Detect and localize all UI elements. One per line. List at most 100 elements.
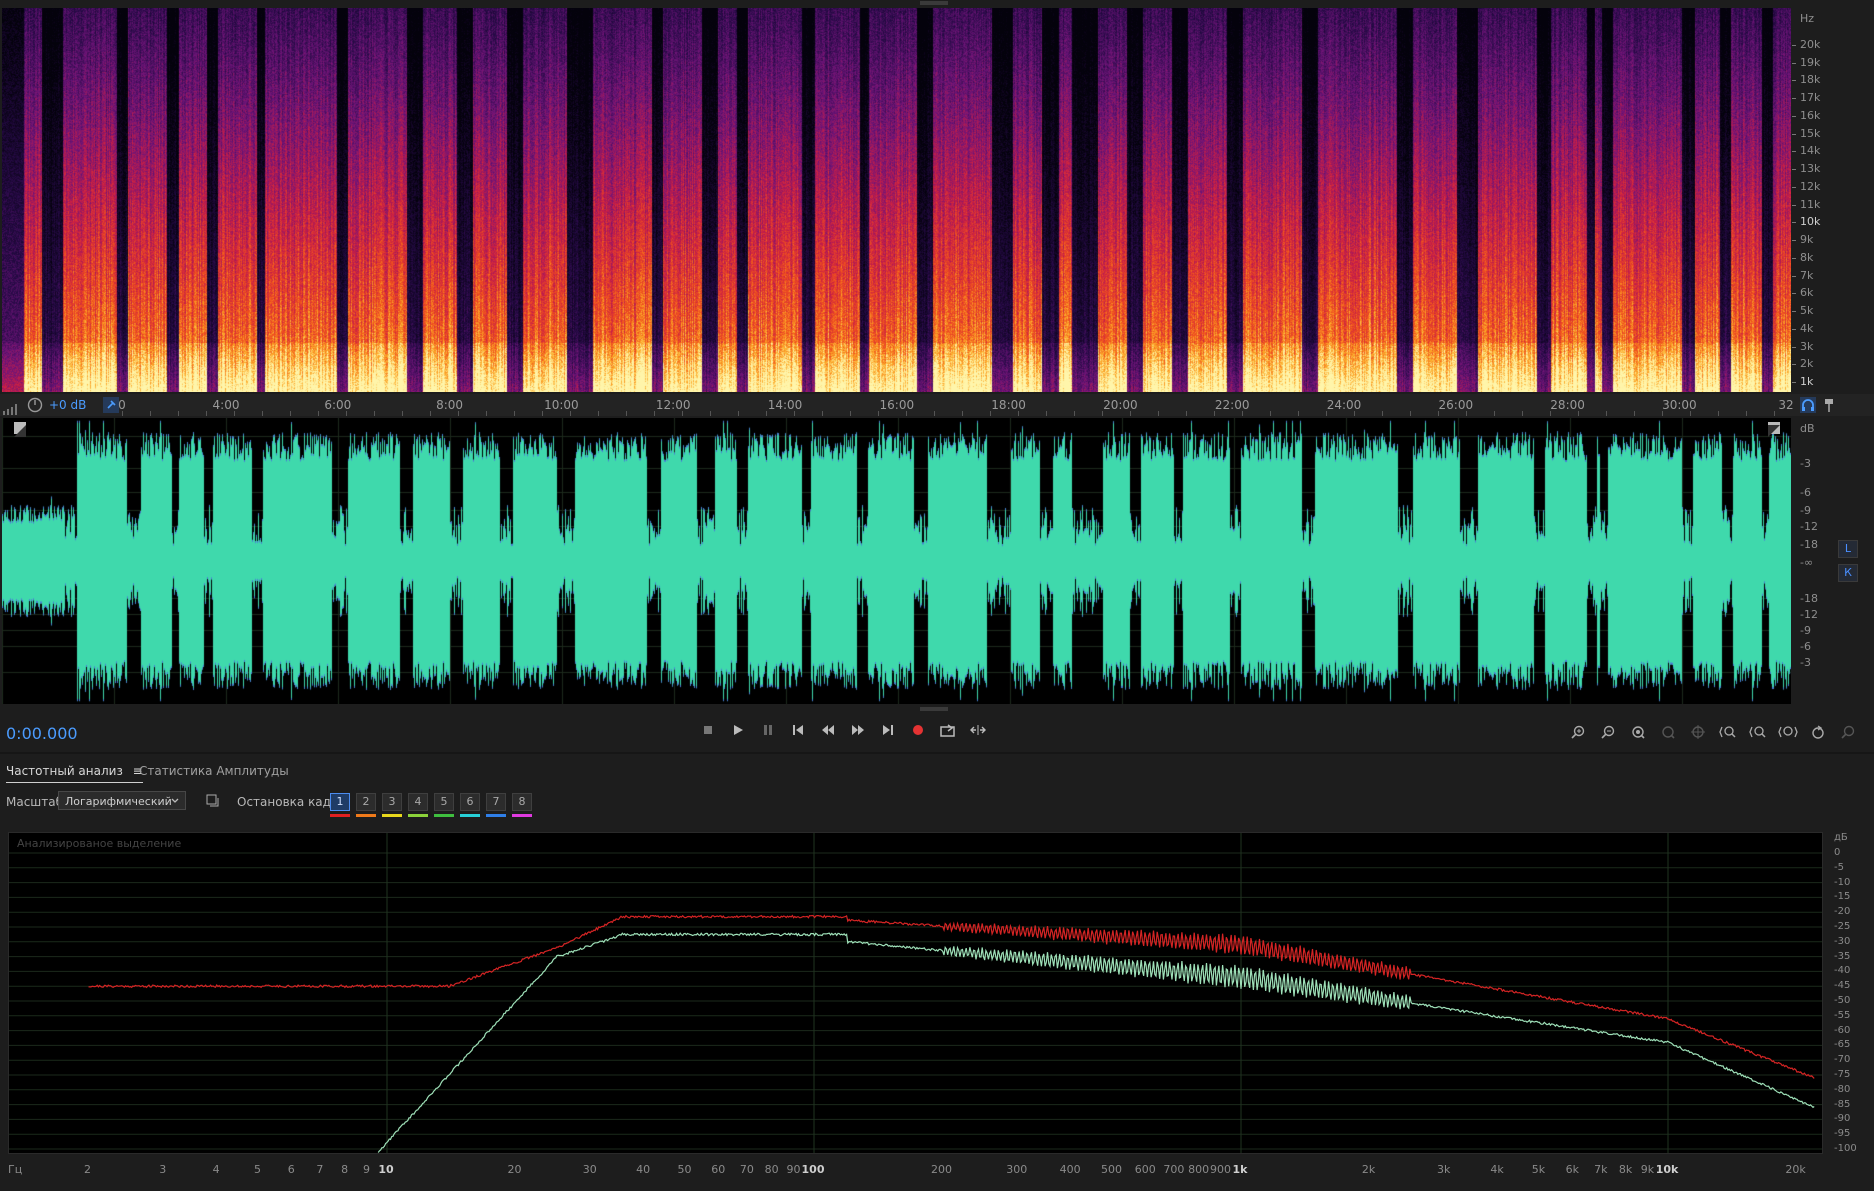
spectral-tick — [1792, 80, 1796, 82]
pause-button[interactable] — [758, 724, 778, 742]
freeze-frame-button-4[interactable]: 4 — [408, 793, 428, 811]
time-minor-tick — [1662, 411, 1663, 416]
freq-db-label: -95 — [1834, 1128, 1851, 1140]
freeze-frame-button-7[interactable]: 7 — [486, 793, 506, 811]
freq-db-label: -80 — [1834, 1083, 1851, 1095]
spectral-freq-label: 18k — [1800, 73, 1821, 87]
frequency-plot-svg[interactable] — [9, 833, 1822, 1153]
frequency-analysis-plot[interactable]: Анализированое выделение — [8, 832, 1823, 1154]
time-minor-tick — [766, 411, 767, 416]
freq-hz-label: 8k — [1618, 1163, 1633, 1176]
time-minor-tick — [430, 411, 431, 416]
frequency-hz-axis: Гц 2 3 4 5 6 7 8 9 10 20 30 40 50 60 70 80 90 100 200 300 40… — [8, 1160, 1823, 1180]
spectral-tick — [1792, 151, 1796, 153]
zoom-in-amplitude-icon[interactable] — [1568, 724, 1588, 742]
waveform-canvas[interactable] — [2, 418, 1791, 704]
freq-hz-label: 400 — [1059, 1163, 1081, 1176]
scale-dropdown[interactable]: Логарифмический — [58, 791, 186, 810]
skip-to-start-button[interactable] — [788, 724, 808, 742]
zoom-out-time-icon[interactable] — [1748, 724, 1768, 742]
zoom-out-full-icon[interactable] — [1658, 724, 1678, 742]
spectral-tick — [1792, 62, 1796, 64]
freq-db-label: -85 — [1834, 1098, 1851, 1110]
freeze-frame-button-2[interactable]: 2 — [356, 793, 376, 811]
time-minor-tick — [1326, 411, 1327, 416]
freq-hz-label: 20 — [507, 1163, 522, 1176]
spectral-freq-label: 3k — [1800, 339, 1814, 353]
top-resize-handle[interactable] — [920, 1, 948, 5]
freq-hz-label: 200 — [931, 1163, 953, 1176]
freq-db-label: -25 — [1834, 921, 1851, 932]
level-value[interactable]: +0 dB — [49, 398, 86, 412]
zoom-history-icon[interactable] — [1808, 724, 1828, 742]
panel-resize-handle[interactable] — [920, 707, 948, 711]
waveform-db-label: -9 — [1800, 624, 1811, 637]
waveform-display[interactable] — [2, 418, 1791, 704]
spectral-tick — [1792, 98, 1796, 100]
time-minor-tick — [402, 411, 403, 416]
spectrogram-canvas[interactable] — [2, 8, 1791, 392]
spectral-tick — [1792, 293, 1796, 295]
fast-forward-button[interactable] — [848, 724, 868, 742]
loop-playback-button[interactable] — [938, 724, 958, 742]
spectral-tick — [1792, 328, 1796, 330]
freq-hz-label: 10 — [378, 1163, 394, 1176]
spectral-freq-label: 5k — [1800, 304, 1814, 318]
time-minor-tick — [1634, 411, 1635, 416]
panel-divider — [0, 752, 1874, 754]
skip-selection-button[interactable] — [968, 724, 988, 742]
time-label: 28:00 — [1550, 398, 1585, 412]
spectral-display[interactable] — [2, 8, 1791, 392]
time-ruler[interactable]: +0 dB 0 4:00 6:00 8:00 10:00 12:00 14:00 16:00… — [0, 394, 1874, 416]
hz-unit-label: Hz — [1800, 12, 1815, 25]
spectral-freq-label: 15k — [1800, 126, 1821, 140]
zoom-out-amplitude-icon[interactable] — [1598, 724, 1618, 742]
corner-toggle-right-icon[interactable] — [1768, 422, 1780, 437]
time-minor-tick — [486, 411, 487, 416]
zoom-in-time-icon[interactable] — [1718, 724, 1738, 742]
freq-hz-label: 20k — [1785, 1163, 1806, 1176]
freq-hz-label: 100 — [801, 1163, 825, 1176]
corner-toggle-left-icon[interactable] — [14, 422, 26, 437]
time-minor-tick — [1494, 411, 1495, 416]
stop-button[interactable] — [698, 724, 718, 742]
spectral-tick — [1792, 346, 1796, 348]
zoom-selection-icon[interactable] — [1628, 724, 1648, 742]
time-minor-tick — [1550, 411, 1551, 416]
freeze-frame-color-7 — [486, 814, 506, 817]
tab-frequency-analysis[interactable]: Частотный анализ ≡ — [6, 764, 143, 783]
channel-right-toggle[interactable]: К — [1838, 564, 1858, 582]
marker-pin-icon[interactable] — [1822, 397, 1836, 413]
freeze-frame-button-6[interactable]: 6 — [460, 793, 480, 811]
play-button[interactable] — [728, 724, 748, 742]
freeze-frame-button-1[interactable]: 1 — [330, 793, 350, 811]
record-button[interactable] — [908, 724, 928, 742]
time-minor-tick — [1046, 411, 1047, 416]
spectral-tick — [1792, 204, 1796, 206]
waveform-db-label: -6 — [1800, 640, 1811, 653]
skip-to-end-button[interactable] — [878, 724, 898, 742]
freeze-frame-color-5 — [434, 814, 454, 817]
zoom-reset-icon[interactable] — [1688, 724, 1708, 742]
headphones-icon[interactable] — [1800, 397, 1816, 413]
freeze-frame-button-8[interactable]: 8 — [512, 793, 532, 811]
waveform-db-axis: dB -3 -6 -9 -12 -18 -∞ -18 -12 -9 -6 -3 — [1792, 418, 1832, 704]
spectral-tick — [1792, 257, 1796, 259]
spectral-freq-label: 16k — [1800, 108, 1821, 122]
time-minor-tick — [626, 411, 627, 416]
tab-amplitude-statistics[interactable]: Статистика Амплитуды — [139, 764, 289, 778]
waveform-db-label: -6 — [1800, 486, 1811, 499]
freeze-frame-button-3[interactable]: 3 — [382, 793, 402, 811]
channel-left-toggle[interactable]: L — [1838, 540, 1858, 558]
time-minor-tick — [682, 411, 683, 416]
time-label: 32 — [1778, 398, 1794, 412]
pin-icon[interactable] — [103, 397, 119, 413]
copy-icon[interactable] — [206, 794, 220, 808]
zoom-full-time-icon[interactable] — [1778, 724, 1798, 742]
freeze-frame-color-8 — [512, 814, 532, 817]
zoom-disabled-icon[interactable] — [1838, 724, 1858, 742]
rewind-button[interactable] — [818, 724, 838, 742]
freq-db-label: -45 — [1834, 980, 1851, 992]
level-knob-icon[interactable] — [27, 397, 43, 413]
freeze-frame-button-5[interactable]: 5 — [434, 793, 454, 811]
